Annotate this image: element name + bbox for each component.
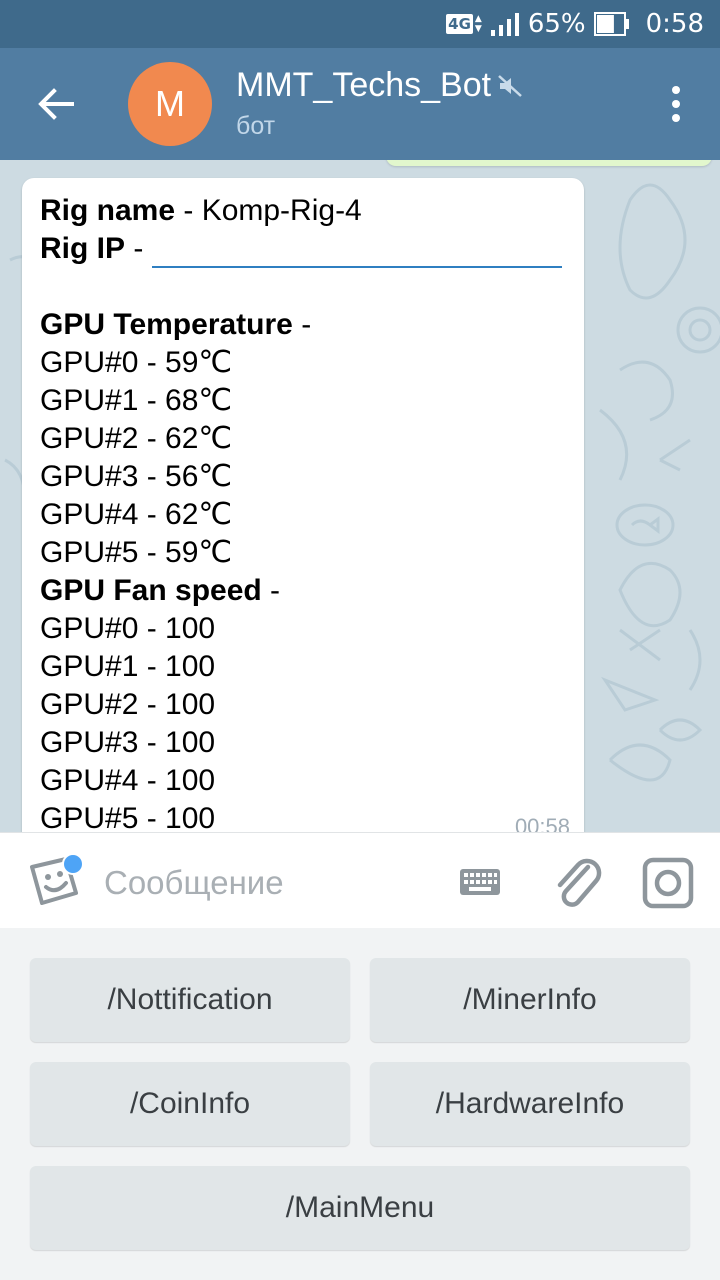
message-input[interactable]: [104, 861, 424, 905]
previous-outgoing-message: [386, 160, 712, 166]
rig-name-line: Rig name - Komp-Rig-4: [40, 192, 570, 230]
clock: 0:58: [645, 9, 704, 39]
fan-speed-label: GPU Fan speed: [40, 574, 262, 607]
rig-ip-line: Rig IP -: [40, 230, 570, 268]
miner-info-button[interactable]: /MinerInfo: [370, 958, 690, 1042]
rig-name-label: Rig name: [40, 194, 176, 227]
gpu-temp-separator: -: [292, 308, 312, 341]
data-arrows: ▲ ▼: [474, 14, 482, 34]
muted-icon: [498, 74, 522, 97]
keyboard-icon[interactable]: [458, 861, 502, 905]
fan-speed-line: GPU#0 - 100: [40, 612, 216, 645]
gpu-temp-header: GPU Temperature -: [40, 306, 570, 344]
avatar[interactable]: M: [128, 62, 212, 146]
battery-icon: [593, 12, 629, 36]
back-arrow-icon: [38, 88, 74, 120]
main-menu-button[interactable]: /MainMenu: [30, 1166, 690, 1250]
rig-name-value: - Komp-Rig-4: [175, 194, 362, 227]
rig-ip-redacted-link[interactable]: [151, 238, 562, 268]
bot-reply-keyboard: /Nottification /MinerInfo /CoinInfo /Har…: [0, 928, 720, 1280]
network-4g-icon: 4G ▲ ▼: [446, 14, 482, 34]
gpu-temp-line: GPU#4 - 62℃: [40, 498, 233, 531]
chat-title: MMT_Techs_Bot: [236, 66, 492, 104]
battery-percent: 65%: [527, 9, 586, 39]
fan-speed-line: GPU#4 - 100: [40, 764, 216, 797]
fan-speed-line: GPU#1 - 100: [40, 650, 216, 683]
signal-icon: [490, 13, 519, 36]
app-bar: M MMT_Techs_Bot бот: [0, 48, 720, 160]
more-vert-icon: [672, 86, 680, 122]
network-type: 4G: [446, 14, 473, 34]
chat-subtitle: бот: [236, 112, 276, 140]
fan-speed-line: GPU#2 - 100: [40, 688, 216, 721]
status-indicators: 4G ▲ ▼ 65% 0:58: [446, 0, 704, 48]
fan-speed-line: GPU#5 - 100: [40, 802, 216, 832]
gpu-temp-line: GPU#2 - 62℃: [40, 422, 233, 455]
more-menu-button[interactable]: [660, 78, 692, 130]
paperclip-icon[interactable]: [550, 853, 602, 913]
coin-info-button[interactable]: /CoinInfo: [30, 1062, 350, 1146]
message-input-bar: [0, 832, 720, 929]
gpu-temp-line: GPU#0 - 59℃: [40, 346, 233, 379]
gpu-temp-line: GPU#5 - 59℃: [40, 536, 233, 569]
chat-area[interactable]: Rig name - Komp-Rig-4 Rig IP - GPU Tempe…: [0, 160, 720, 832]
rig-ip-label: Rig IP: [40, 232, 126, 265]
status-bar: 4G ▲ ▼ 65% 0:58: [0, 0, 720, 48]
fan-speed-line: GPU#3 - 100: [40, 726, 216, 759]
new-stickers-dot: [62, 853, 84, 875]
message-bubble[interactable]: Rig name - Komp-Rig-4 Rig IP - GPU Tempe…: [22, 178, 584, 832]
fan-speed-separator: -: [261, 574, 281, 607]
gpu-temp-line: GPU#1 - 68℃: [40, 384, 233, 417]
chat-title-row[interactable]: MMT_Techs_Bot: [236, 66, 523, 105]
gpu-temp-line: GPU#3 - 56℃: [40, 460, 233, 493]
rig-ip-separator: -: [125, 232, 152, 265]
message-text: Rig name - Komp-Rig-4 Rig IP - GPU Tempe…: [40, 192, 570, 832]
gpu-temp-label: GPU Temperature: [40, 308, 293, 341]
nottification-button[interactable]: /Nottification: [30, 958, 350, 1042]
hardware-info-button[interactable]: /HardwareInfo: [370, 1062, 690, 1146]
camera-icon[interactable]: [642, 857, 694, 909]
fan-speed-header: GPU Fan speed -: [40, 572, 570, 610]
message-time: 00:58: [514, 814, 570, 832]
back-button[interactable]: [28, 76, 84, 132]
